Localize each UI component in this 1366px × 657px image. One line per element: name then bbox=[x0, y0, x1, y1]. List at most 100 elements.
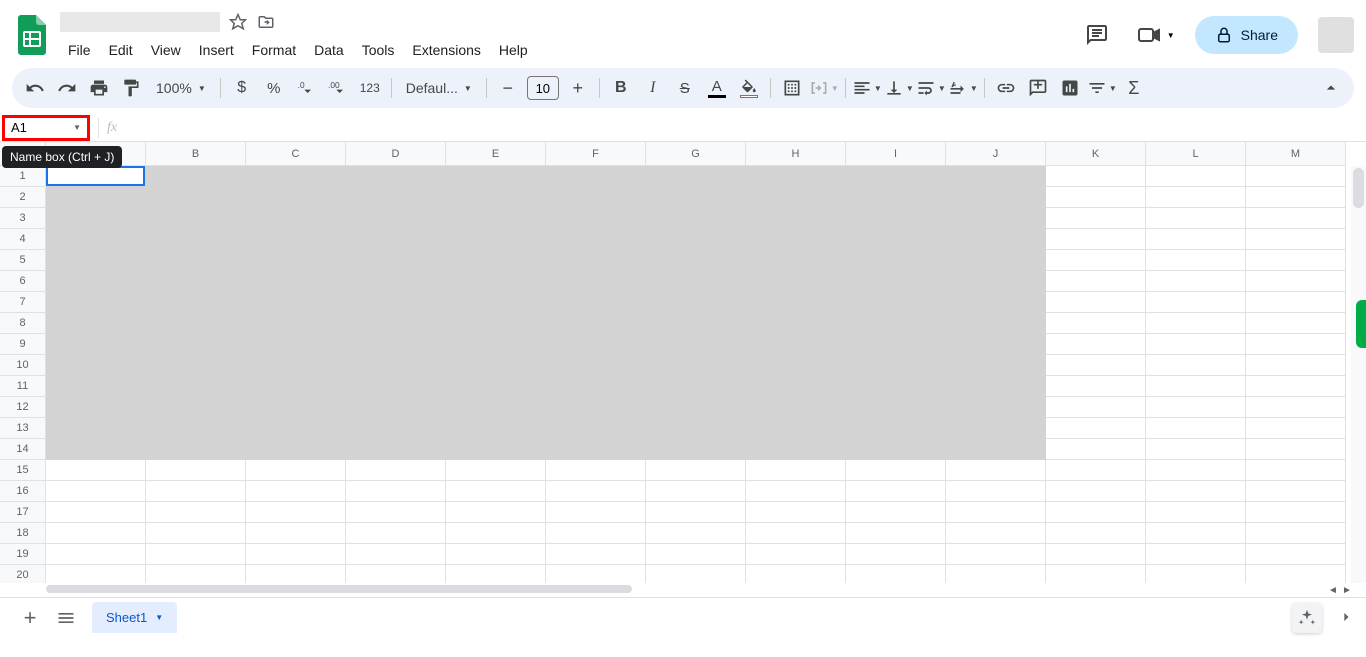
format-currency-button[interactable]: $ bbox=[227, 73, 257, 103]
cell[interactable] bbox=[146, 355, 246, 376]
cell[interactable] bbox=[246, 565, 346, 583]
menu-item-data[interactable]: Data bbox=[306, 38, 352, 62]
cell[interactable] bbox=[646, 355, 746, 376]
cell[interactable] bbox=[646, 397, 746, 418]
cell[interactable] bbox=[46, 439, 146, 460]
cell[interactable] bbox=[1046, 187, 1146, 208]
cell[interactable] bbox=[1146, 313, 1246, 334]
cell[interactable] bbox=[746, 313, 846, 334]
cell[interactable] bbox=[1146, 250, 1246, 271]
cell[interactable] bbox=[446, 376, 546, 397]
cell[interactable] bbox=[246, 523, 346, 544]
row-header[interactable]: 2 bbox=[0, 187, 46, 208]
cell[interactable] bbox=[246, 418, 346, 439]
cell[interactable] bbox=[546, 250, 646, 271]
cell[interactable] bbox=[746, 271, 846, 292]
cell[interactable] bbox=[646, 187, 746, 208]
cell[interactable] bbox=[946, 439, 1046, 460]
column-header[interactable]: I bbox=[846, 142, 946, 166]
cell[interactable] bbox=[146, 544, 246, 565]
sheet-tab-active[interactable]: Sheet1 ▼ bbox=[92, 602, 177, 633]
column-header[interactable]: D bbox=[346, 142, 446, 166]
cell[interactable] bbox=[1246, 250, 1346, 271]
cell[interactable] bbox=[346, 397, 446, 418]
menu-item-help[interactable]: Help bbox=[491, 38, 536, 62]
cell[interactable] bbox=[146, 292, 246, 313]
cell[interactable] bbox=[646, 166, 746, 187]
cell[interactable] bbox=[646, 292, 746, 313]
cell[interactable] bbox=[646, 376, 746, 397]
redo-button[interactable] bbox=[52, 73, 82, 103]
cell[interactable] bbox=[846, 271, 946, 292]
menu-item-extensions[interactable]: Extensions bbox=[404, 38, 488, 62]
cell[interactable] bbox=[1246, 376, 1346, 397]
cell[interactable] bbox=[346, 208, 446, 229]
cell[interactable] bbox=[246, 334, 346, 355]
row-header[interactable]: 8 bbox=[0, 313, 46, 334]
cell[interactable] bbox=[1146, 334, 1246, 355]
cell[interactable] bbox=[646, 544, 746, 565]
cell[interactable] bbox=[346, 523, 446, 544]
row-header[interactable]: 17 bbox=[0, 502, 46, 523]
italic-button[interactable]: I bbox=[638, 73, 668, 103]
cell[interactable] bbox=[846, 418, 946, 439]
cell[interactable] bbox=[1246, 502, 1346, 523]
cell[interactable] bbox=[346, 481, 446, 502]
functions-button[interactable]: Σ bbox=[1119, 73, 1149, 103]
cell[interactable] bbox=[1046, 565, 1146, 583]
sheets-logo[interactable] bbox=[12, 15, 52, 55]
comments-button[interactable] bbox=[1077, 15, 1117, 55]
merge-cells-button[interactable]: ▼ bbox=[809, 73, 839, 103]
strikethrough-button[interactable]: S bbox=[670, 73, 700, 103]
cell[interactable] bbox=[246, 187, 346, 208]
row-header[interactable]: 12 bbox=[0, 397, 46, 418]
cell[interactable] bbox=[246, 439, 346, 460]
cell[interactable] bbox=[946, 229, 1046, 250]
cell[interactable] bbox=[546, 334, 646, 355]
menu-item-insert[interactable]: Insert bbox=[191, 38, 242, 62]
cell[interactable] bbox=[46, 334, 146, 355]
cell[interactable] bbox=[946, 544, 1046, 565]
vertical-align-button[interactable]: ▼ bbox=[884, 73, 914, 103]
cell[interactable] bbox=[646, 418, 746, 439]
cell[interactable] bbox=[646, 313, 746, 334]
insert-comment-button[interactable] bbox=[1023, 73, 1053, 103]
filter-button[interactable]: ▼ bbox=[1087, 73, 1117, 103]
cell[interactable] bbox=[1246, 271, 1346, 292]
cell[interactable] bbox=[746, 544, 846, 565]
cell[interactable] bbox=[446, 187, 546, 208]
cell[interactable] bbox=[946, 292, 1046, 313]
name-box[interactable]: A1 ▼ bbox=[2, 115, 90, 141]
cell[interactable] bbox=[846, 502, 946, 523]
add-sheet-button[interactable]: + bbox=[12, 600, 48, 636]
cell[interactable] bbox=[1246, 460, 1346, 481]
cell[interactable] bbox=[346, 418, 446, 439]
cell[interactable] bbox=[346, 187, 446, 208]
cell[interactable] bbox=[1046, 502, 1146, 523]
cell[interactable] bbox=[346, 460, 446, 481]
cell[interactable] bbox=[146, 523, 246, 544]
cell[interactable] bbox=[1246, 334, 1346, 355]
font-family-dropdown[interactable]: Defaul...▼ bbox=[398, 73, 480, 103]
cell[interactable] bbox=[1146, 397, 1246, 418]
cell[interactable] bbox=[446, 481, 546, 502]
column-header[interactable]: M bbox=[1246, 142, 1346, 166]
cell[interactable] bbox=[46, 544, 146, 565]
cell[interactable] bbox=[246, 166, 346, 187]
cell[interactable] bbox=[646, 481, 746, 502]
row-header[interactable]: 6 bbox=[0, 271, 46, 292]
cell[interactable] bbox=[746, 418, 846, 439]
cell[interactable] bbox=[846, 544, 946, 565]
cell[interactable] bbox=[1046, 376, 1146, 397]
cell[interactable] bbox=[446, 397, 546, 418]
cell[interactable] bbox=[446, 250, 546, 271]
cell[interactable] bbox=[946, 523, 1046, 544]
cell[interactable] bbox=[1046, 439, 1146, 460]
column-header[interactable]: L bbox=[1146, 142, 1246, 166]
cell[interactable] bbox=[946, 355, 1046, 376]
cell[interactable] bbox=[46, 250, 146, 271]
cell[interactable] bbox=[1046, 208, 1146, 229]
column-header[interactable]: F bbox=[546, 142, 646, 166]
cell[interactable] bbox=[46, 376, 146, 397]
cell[interactable] bbox=[746, 523, 846, 544]
